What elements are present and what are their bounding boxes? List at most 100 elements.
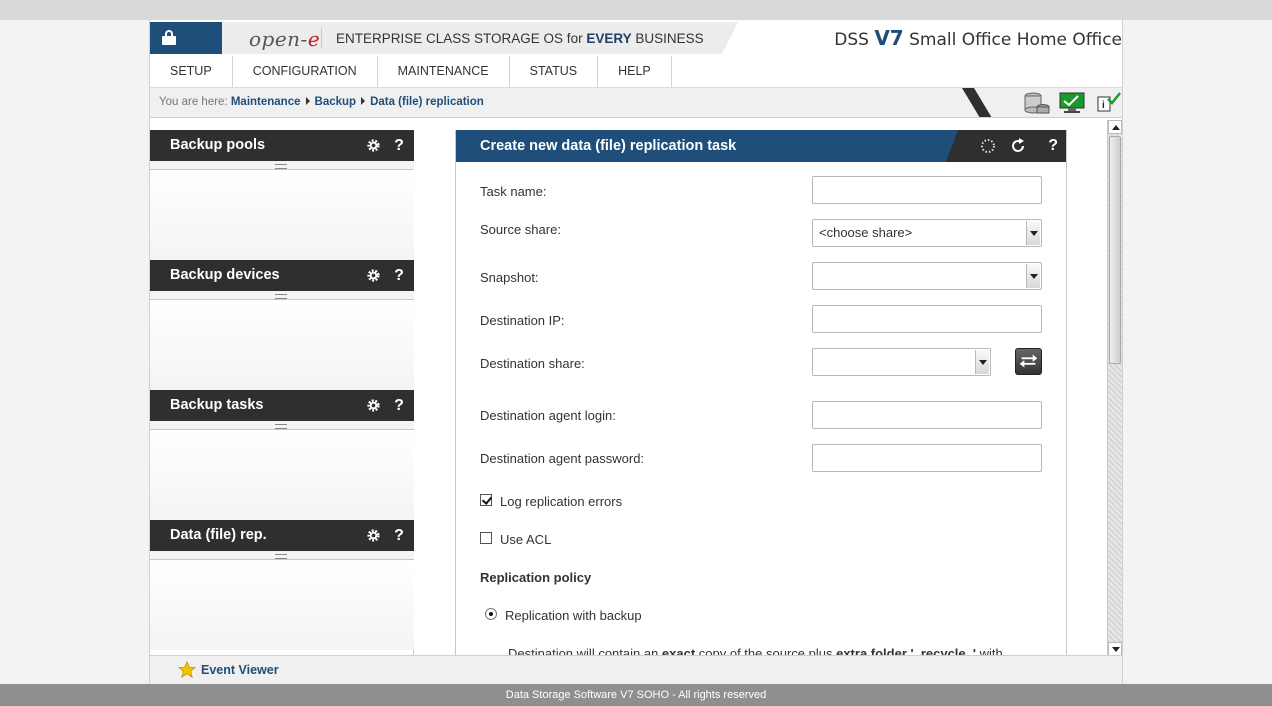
breadcrumb-data-replication[interactable]: Data (file) replication (370, 96, 484, 108)
help-icon[interactable]: ? (392, 260, 406, 291)
destination-ip-input[interactable] (812, 305, 1042, 333)
form-tools: ? (946, 130, 1066, 162)
destination-share-label: Destination share: (480, 356, 585, 371)
menu-item-setup[interactable]: SETUP (150, 56, 233, 87)
open-e-logo: open-e (249, 27, 321, 51)
loading-spinner-icon (981, 139, 995, 153)
panel-body (150, 430, 414, 520)
menu-item-status[interactable]: STATUS (510, 56, 599, 87)
product-brand: DSS V7 Small Office Home Office (834, 26, 1122, 50)
task-name-input[interactable] (812, 176, 1042, 204)
left-column: Backup pools ? Backup devices ? Backup t… (150, 130, 414, 656)
resize-handle[interactable] (150, 291, 414, 300)
agent-login-label: Destination agent login: (480, 408, 616, 423)
gear-icon[interactable] (366, 398, 381, 413)
breadcrumb-backup[interactable]: Backup (315, 96, 357, 108)
lock-button[interactable] (150, 22, 248, 54)
vertical-scrollbar[interactable] (1107, 120, 1122, 656)
lock-icon (162, 30, 176, 45)
log-errors-checkbox[interactable] (480, 494, 492, 506)
event-viewer-bar: Event Viewer (150, 655, 1122, 684)
monitor-icon[interactable] (1058, 91, 1086, 115)
menu-item-help[interactable]: HELP (598, 56, 672, 87)
gear-icon[interactable] (366, 268, 381, 283)
scroll-thumb[interactable] (1109, 136, 1121, 364)
breadcrumb-bar: You are here: Maintenance Backup Data (fil… (150, 87, 1122, 118)
log-errors-label: Log replication errors (500, 494, 623, 509)
panel-title: Data (file) rep. (170, 527, 267, 543)
breadcrumb-arrow-icon (305, 97, 310, 105)
main-menu: SETUP CONFIGURATION MAINTENANCE STATUS H… (150, 56, 1122, 87)
form-header: Create new data (file) replication task … (456, 130, 1066, 162)
chevron-down-icon (975, 350, 989, 374)
panel-header: Backup devices ? (150, 260, 414, 291)
panel-body (150, 300, 414, 390)
replication-policy-title: Replication policy (480, 570, 592, 585)
task-name-label: Task name: (480, 184, 547, 199)
database-icon[interactable] (1023, 91, 1051, 115)
source-share-label: Source share: (480, 222, 561, 237)
info-check-icon[interactable]: i (1094, 91, 1122, 115)
swap-button[interactable] (1015, 348, 1042, 375)
chevron-down-icon (1026, 264, 1040, 288)
swap-arrows-icon (1019, 354, 1038, 368)
star-icon (178, 661, 196, 679)
gear-icon[interactable] (366, 138, 381, 153)
replication-with-backup-radio[interactable] (485, 608, 497, 620)
agent-login-input[interactable] (812, 401, 1042, 429)
menu-item-configuration[interactable]: CONFIGURATION (233, 56, 378, 87)
top-strip (0, 0, 1272, 20)
help-icon[interactable]: ? (392, 130, 406, 161)
resize-handle[interactable] (150, 161, 414, 170)
panel-title: Backup pools (170, 137, 266, 153)
slash-decoration (962, 88, 992, 118)
panel-header: Data (file) rep. ? (150, 520, 414, 551)
panel-backup-tasks: Backup tasks ? (150, 390, 414, 520)
gear-icon[interactable] (366, 528, 381, 543)
refresh-icon[interactable] (1010, 138, 1026, 154)
footer: Data Storage Software V7 SOHO - All righ… (0, 684, 1272, 706)
snapshot-label: Snapshot: (480, 270, 539, 285)
slogan-divider (321, 28, 322, 48)
scroll-down-button[interactable] (1108, 642, 1122, 656)
slogan: ENTERPRISE CLASS STORAGE OS for EVERY BU… (336, 31, 704, 46)
resize-handle[interactable] (150, 421, 414, 430)
help-icon[interactable]: ? (1048, 130, 1058, 162)
agent-password-label: Destination agent password: (480, 451, 645, 466)
panel-backup-devices: Backup devices ? (150, 260, 414, 390)
panel-title: Backup devices (170, 267, 280, 283)
header: open-e ENTERPRISE CLASS STORAGE OS for E… (150, 22, 1122, 58)
use-acl-label: Use ACL (500, 532, 552, 547)
agent-password-input[interactable] (812, 444, 1042, 472)
panel-title: Backup tasks (170, 397, 264, 413)
panel-body (150, 560, 414, 650)
panel-body (150, 170, 414, 260)
breadcrumb-maintenance[interactable]: Maintenance (231, 96, 301, 108)
help-icon[interactable]: ? (392, 520, 406, 551)
snapshot-select[interactable] (812, 262, 1042, 290)
source-share-select[interactable]: <choose share> (812, 219, 1042, 247)
use-acl-checkbox[interactable] (480, 532, 492, 544)
help-icon[interactable]: ? (392, 390, 406, 421)
scroll-up-button[interactable] (1108, 120, 1122, 134)
form-title: Create new data (file) replication task (480, 138, 737, 154)
content-area: Backup pools ? Backup devices ? Backup t… (150, 117, 1122, 656)
event-viewer-link[interactable]: Event Viewer (201, 663, 279, 677)
panel-data-file-rep: Data (file) rep. ? (150, 520, 414, 650)
destination-ip-label: Destination IP: (480, 313, 565, 328)
svg-text:i: i (1102, 100, 1105, 111)
panel-header: Backup tasks ? (150, 390, 414, 421)
replication-task-form: Create new data (file) replication task … (455, 130, 1067, 656)
app-frame: open-e ENTERPRISE CLASS STORAGE OS for E… (149, 20, 1123, 684)
panel-backup-pools: Backup pools ? (150, 130, 414, 260)
breadcrumb: You are here: Maintenance Backup Data (fil… (159, 96, 484, 108)
destination-share-select[interactable] (812, 348, 991, 376)
chevron-down-icon (1026, 221, 1040, 245)
breadcrumb-arrow-icon (361, 97, 366, 105)
resize-handle[interactable] (150, 551, 414, 560)
panel-header: Backup pools ? (150, 130, 414, 161)
breadcrumb-prefix: You are here: (159, 96, 228, 108)
replication-with-backup-label: Replication with backup (505, 608, 642, 623)
source-share-value: <choose share> (819, 225, 913, 240)
menu-item-maintenance[interactable]: MAINTENANCE (378, 56, 510, 87)
